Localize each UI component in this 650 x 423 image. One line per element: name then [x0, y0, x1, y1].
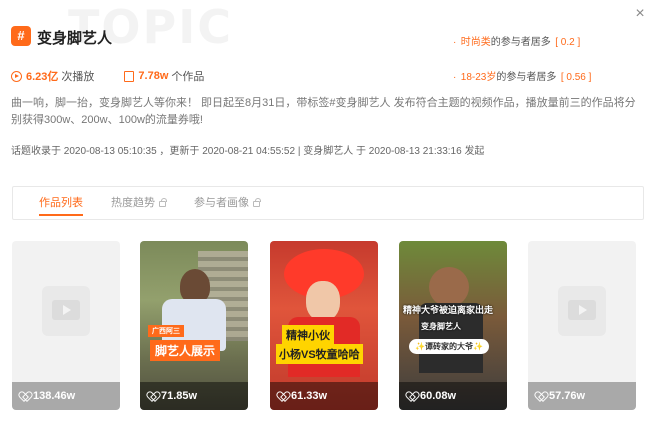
tab-participant-profile[interactable]: 参与者画像 — [194, 186, 261, 220]
video-card[interactable]: 精神大爷被迫离家出走 变身脚艺人 ✨谭砖家的大爷✨ 60.08w — [399, 241, 507, 410]
audience-age-dot: · — [453, 72, 457, 83]
video-placeholder-icon — [42, 286, 90, 336]
meta-separator: | — [297, 146, 301, 157]
meta-updated-time: 2020-08-21 04:55:52 — [202, 146, 296, 157]
video-card-footer: 61.33w — [270, 382, 378, 410]
topic-hash-icon: # — [11, 26, 31, 46]
thumbnail-face — [306, 281, 340, 321]
video-likes: 57.76w — [549, 390, 586, 402]
audience-age-text: 的参与者居多 — [496, 72, 557, 83]
works-value: 7.78w — [138, 70, 169, 82]
heart-icon — [148, 392, 157, 400]
tab-participant-profile-label: 参与者画像 — [194, 197, 249, 209]
meta-included-label: 话题收录于 — [11, 146, 61, 157]
video-card-footer: 138.46w — [12, 382, 120, 410]
audience-age-highlight: 18-23岁 — [460, 72, 497, 83]
video-likes: 61.33w — [291, 390, 328, 402]
heart-icon — [536, 392, 545, 400]
audience-category-dot: · — [453, 37, 457, 48]
video-sticker-title: 脚艺人展示 — [150, 340, 221, 361]
topic-stats: 6.23亿 次播放 7.78w 个作品 — [11, 68, 234, 84]
video-card-list: 138.46w 广西阿三 脚艺人展示 71.85w 精神小伙 小杨VS牧童哈哈 … — [12, 241, 642, 411]
plays-value: 6.23亿 — [26, 71, 59, 83]
audience-category-ratio: [ 0.2 ] — [555, 37, 581, 48]
tab-bar: 作品列表 热度趋势 参与者画像 — [12, 186, 644, 220]
works-icon — [124, 70, 135, 82]
tab-heat-trend-label: 热度趋势 — [111, 197, 155, 209]
video-likes: 60.08w — [420, 390, 457, 402]
close-icon[interactable]: × — [632, 6, 648, 22]
page-title: 变身脚艺人 — [37, 30, 113, 47]
lock-icon — [253, 198, 261, 207]
heart-icon — [20, 392, 29, 400]
topic-description: 曲一响，脚一抬，变身脚艺人等你来！ 即日起至8月31日，带标签#变身脚艺人 发布… — [11, 97, 636, 126]
meta-created-suffix: 发起 — [464, 146, 485, 157]
tab-works-list-label: 作品列表 — [39, 197, 83, 209]
video-sticker-small: 广西阿三 — [148, 325, 184, 337]
video-card[interactable]: 精神小伙 小杨VS牧童哈哈 61.33w — [270, 241, 378, 410]
meta-created-label: 于 — [356, 146, 367, 157]
thumbnail-man-head — [429, 267, 469, 307]
meta-updated-label: ，更新于 — [159, 146, 200, 157]
audience-category-text: 的参与者居多 — [490, 37, 551, 48]
video-likes: 138.46w — [33, 390, 76, 402]
audience-age-stat: · 18-23岁的参与者居多 [ 0.56 ] — [453, 67, 591, 85]
video-likes: 71.85w — [161, 390, 198, 402]
tab-heat-trend[interactable]: 热度趋势 — [111, 186, 167, 220]
video-card[interactable]: 广西阿三 脚艺人展示 71.85w — [140, 241, 248, 410]
works-label: 个作品 — [171, 71, 205, 83]
video-card[interactable]: 57.76w — [528, 241, 636, 410]
video-sticker-tag: 变身脚艺人 — [421, 322, 461, 331]
play-icon — [11, 70, 22, 82]
video-placeholder-icon — [558, 286, 606, 336]
video-sticker-title: ✨谭砖家的大爷✨ — [409, 339, 489, 354]
topic-meta: 话题收录于 2020-08-13 05:10:35 ，更新于 2020-08-2… — [11, 142, 484, 157]
video-card-footer: 71.85w — [140, 382, 248, 410]
audience-category-highlight: 时尚类 — [460, 37, 491, 48]
heart-icon — [278, 392, 287, 400]
plays-label: 次播放 — [61, 71, 95, 83]
audience-category-stat: · 时尚类的参与者居多 [ 0.2 ] — [453, 32, 580, 50]
video-sticker-caption: 精神大爷被迫离家出走 — [403, 305, 494, 315]
heart-icon — [407, 392, 416, 400]
video-card[interactable]: 138.46w — [12, 241, 120, 410]
thumbnail-person-head — [180, 269, 210, 303]
video-card-footer: 60.08w — [399, 382, 507, 410]
tab-works-list[interactable]: 作品列表 — [39, 186, 83, 220]
meta-included-time: 2020-08-13 05:10:35 — [63, 146, 157, 157]
video-sticker-title: 小杨VS牧童哈哈 — [276, 344, 363, 364]
video-card-footer: 57.76w — [528, 382, 636, 410]
lock-icon — [159, 198, 167, 207]
video-sticker-small: 精神小伙 — [282, 325, 334, 345]
meta-creator: 变身脚艺人 — [303, 146, 354, 157]
meta-created-time: 2020-08-13 21:33:16 — [368, 146, 462, 157]
audience-age-ratio: [ 0.56 ] — [560, 72, 592, 83]
